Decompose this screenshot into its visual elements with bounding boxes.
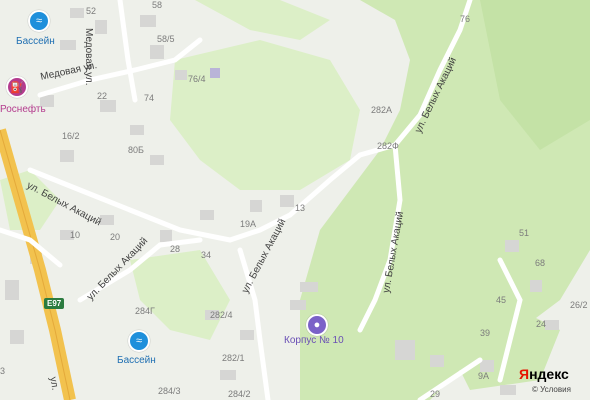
house-number: 284/2 [228, 389, 251, 399]
house-number: 284/3 [158, 386, 181, 396]
house-number: 68 [535, 258, 546, 268]
map-view[interactable]: Медовая ул. Медовая ул. ул. Белых Акаций… [0, 0, 590, 400]
pool-icon[interactable]: ≈ [128, 330, 150, 352]
building-poi-icon[interactable]: ● [306, 314, 328, 336]
terms-link[interactable]: © Условия [532, 385, 571, 394]
house-number: 9А [478, 371, 490, 381]
house-number: 76/4 [188, 74, 206, 84]
house-number: 282/1 [222, 353, 245, 363]
fuel-station-icon[interactable]: ⛽ [6, 76, 28, 98]
house-number: 19А [240, 219, 257, 229]
route-shield-e97: E97 [44, 298, 65, 309]
house-number: 16/2 [62, 131, 80, 141]
house-number: 28 [170, 244, 181, 254]
house-number: 3 [0, 366, 6, 376]
house-number: 10 [70, 230, 81, 240]
house-number: 20 [110, 232, 121, 242]
street-label-medovaya-vertical: Медовая ул. [83, 28, 94, 86]
house-number: 284Г [135, 306, 155, 316]
yandex-logo-first: Я [519, 366, 530, 382]
house-number: 13 [295, 203, 306, 213]
poi-label-pool[interactable]: Бассейн [16, 36, 55, 47]
yandex-logo[interactable]: Яндекс [519, 366, 569, 382]
house-number: 29 [430, 389, 441, 399]
house-number: 51 [519, 228, 530, 238]
house-number: 58/5 [157, 34, 175, 44]
house-number: 22 [97, 91, 108, 101]
yandex-logo-rest: ндекс [529, 366, 569, 382]
poi-label-fuel[interactable]: Роснефть [0, 104, 46, 115]
street-label-partial: ул. [47, 376, 61, 392]
house-number: 282Ф [377, 141, 399, 151]
house-number: 76 [460, 14, 471, 24]
house-number: 34 [201, 250, 212, 260]
house-number: 58 [152, 0, 163, 10]
house-number: 74 [144, 93, 155, 103]
house-number: 52 [86, 6, 97, 16]
house-number: 80Б [128, 145, 144, 155]
house-number: 45 [496, 295, 507, 305]
house-number: 282А [371, 105, 393, 115]
house-number: 39 [480, 328, 491, 338]
house-number: 282/4 [210, 310, 233, 320]
poi-label-korpus[interactable]: Корпус № 10 [284, 335, 344, 346]
house-number: 26/2 [570, 300, 588, 310]
house-number: 24 [536, 319, 547, 329]
pool-icon[interactable]: ≈ [28, 10, 50, 32]
poi-label-pool[interactable]: Бассейн [117, 355, 156, 366]
